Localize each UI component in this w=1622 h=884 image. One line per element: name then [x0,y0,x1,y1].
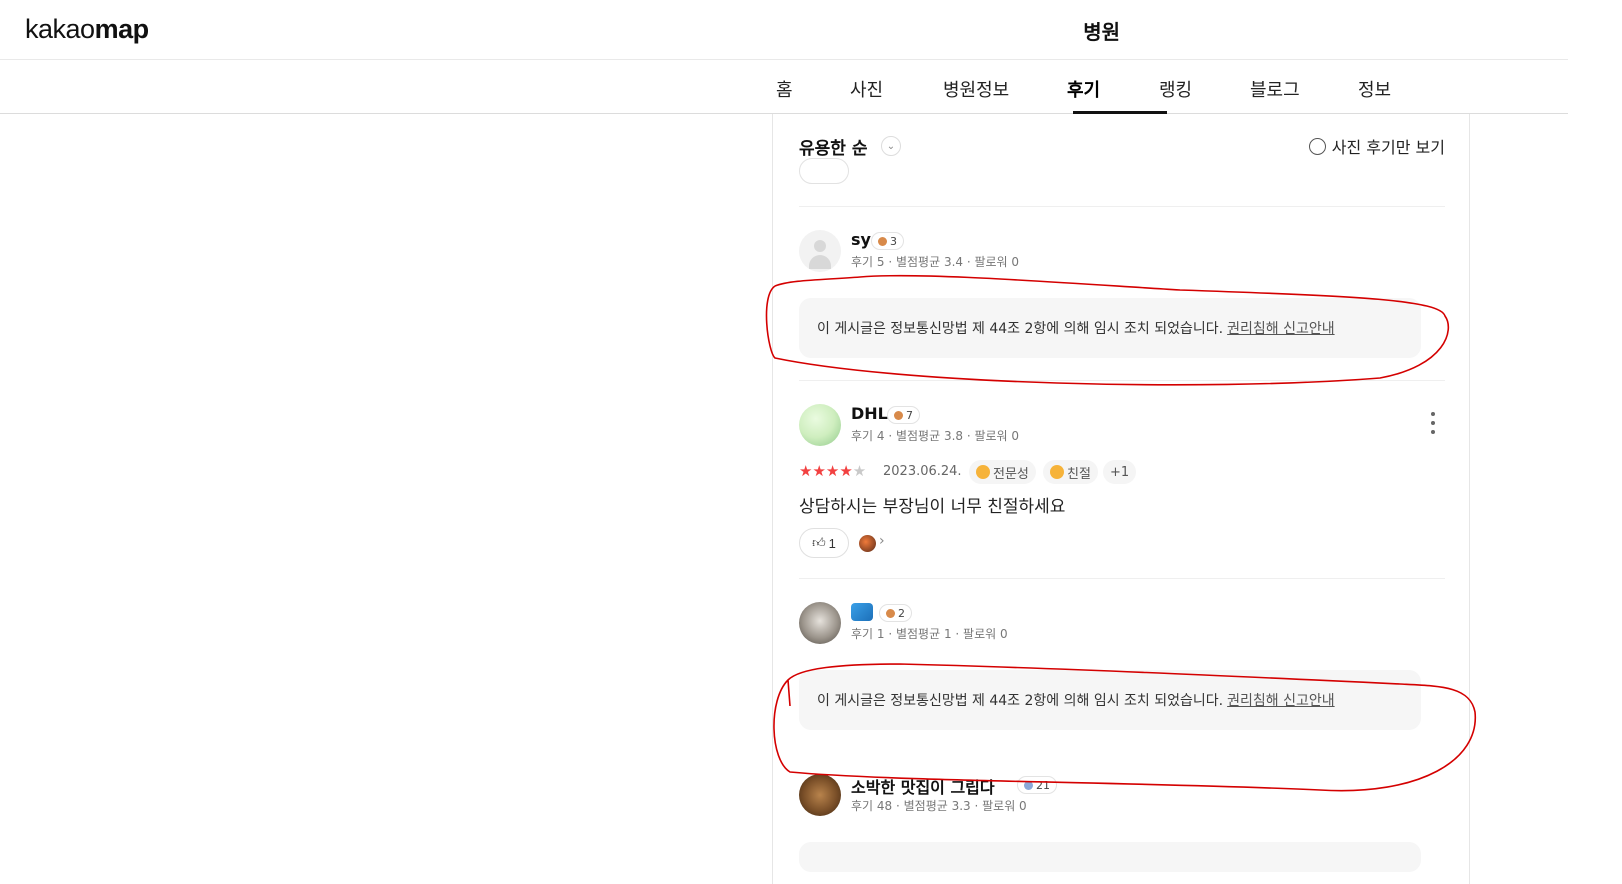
reviewer-emoji-name-icon[interactable] [851,603,873,621]
chevron-down-icon[interactable]: ⌄ [881,136,901,156]
divider [799,206,1445,207]
reviewer-name[interactable]: sy [851,230,871,249]
level-badge: 3 [871,232,904,250]
reviewer-stats: 후기 5 · 별점평균 3.4 · 팔로워 0 [851,255,1020,269]
photo-only-label: 사진 후기만 보기 [1331,138,1445,157]
review-content-partial [799,842,1421,872]
level-badge: 21 [1017,776,1057,794]
top-bar: kakaomap 병원 [0,0,1568,60]
like-button[interactable]: 👍︎ 1 [799,528,849,558]
review-date: 2023.06.24. [883,464,962,479]
divider [799,578,1445,579]
thumbs-up-icon: 👍︎ [812,535,826,550]
blocked-review-notice: 이 게시글은 정보통신망법 제 44조 2항에 의해 임시 조치 되었습니다. … [799,670,1421,730]
place-title: 병원 [1083,20,1120,44]
tab-photos[interactable]: 사진 [850,76,883,102]
reviewer-stats: 후기 48 · 별점평균 3.3 · 팔로워 0 [851,799,1027,813]
blocked-review-notice: 이 게시글은 정보통신망법 제 44조 2항에 의해 임시 조치 되었습니다. … [799,298,1421,358]
rights-report-link[interactable]: 권리침해 신고안내 [1227,690,1335,710]
level-icon [886,608,895,618]
tab-home[interactable]: 홈 [776,76,793,102]
tab-reviews[interactable]: 후기 [1067,76,1100,102]
tab-info[interactable]: 정보 [1358,76,1391,102]
more-vertical-icon[interactable] [1427,412,1439,434]
radio-icon[interactable] [1308,137,1326,155]
level-badge: 7 [887,406,920,424]
level-icon [878,236,887,246]
liker-avatar[interactable] [859,535,876,552]
sort-dropdown[interactable]: 유용한 순 [799,134,867,159]
tab-blog[interactable]: 블로그 [1250,76,1300,102]
avatar[interactable] [799,230,841,272]
review-tag: 친절 [1043,460,1098,484]
photo-only-toggle[interactable]: 사진 후기만 보기 [1308,134,1445,158]
star-rating: ★★★★★ [799,462,867,480]
place-tabs: 홈 사진 병원정보 후기 랭킹 블로그 정보 [0,60,1568,114]
level-badge: 2 [879,604,912,622]
reviewer-name[interactable]: 소박한 맛집이 그립다 [851,774,995,798]
review-panel: 유용한 순 ⌄ 사진 후기만 보기 sy 3 후기 5 · 별점평균 3.4 ·… [772,114,1470,884]
review-toolbar: 유용한 순 ⌄ 사진 후기만 보기 [799,132,1445,162]
kakaomap-logo[interactable]: kakaomap [25,14,149,45]
tab-ranking[interactable]: 랭킹 [1159,76,1192,102]
tab-hospital-info[interactable]: 병원정보 [943,76,1009,102]
reviewer-stats: 후기 4 · 별점평균 3.8 · 팔로워 0 [851,429,1020,443]
level-icon [894,410,903,420]
avatar[interactable] [799,774,841,816]
avatar[interactable] [799,602,841,644]
avatar[interactable] [799,404,841,446]
review-text: 상담하시는 부장님이 너무 친절하세요 [799,497,1066,517]
partial-like-button[interactable] [799,158,849,184]
reviewer-stats: 후기 1 · 별점평균 1 · 팔로워 0 [851,627,1008,641]
level-icon [1024,780,1033,790]
reviewer-name[interactable]: DHL [851,404,888,423]
chevron-right-icon[interactable]: › [879,533,885,549]
expert-emoji-icon [976,465,990,479]
review-tag: 전문성 [969,460,1036,484]
more-tags[interactable]: +1 [1103,460,1137,484]
divider [799,380,1445,381]
rights-report-link[interactable]: 권리침해 신고안내 [1227,318,1335,338]
kind-emoji-icon [1050,465,1064,479]
